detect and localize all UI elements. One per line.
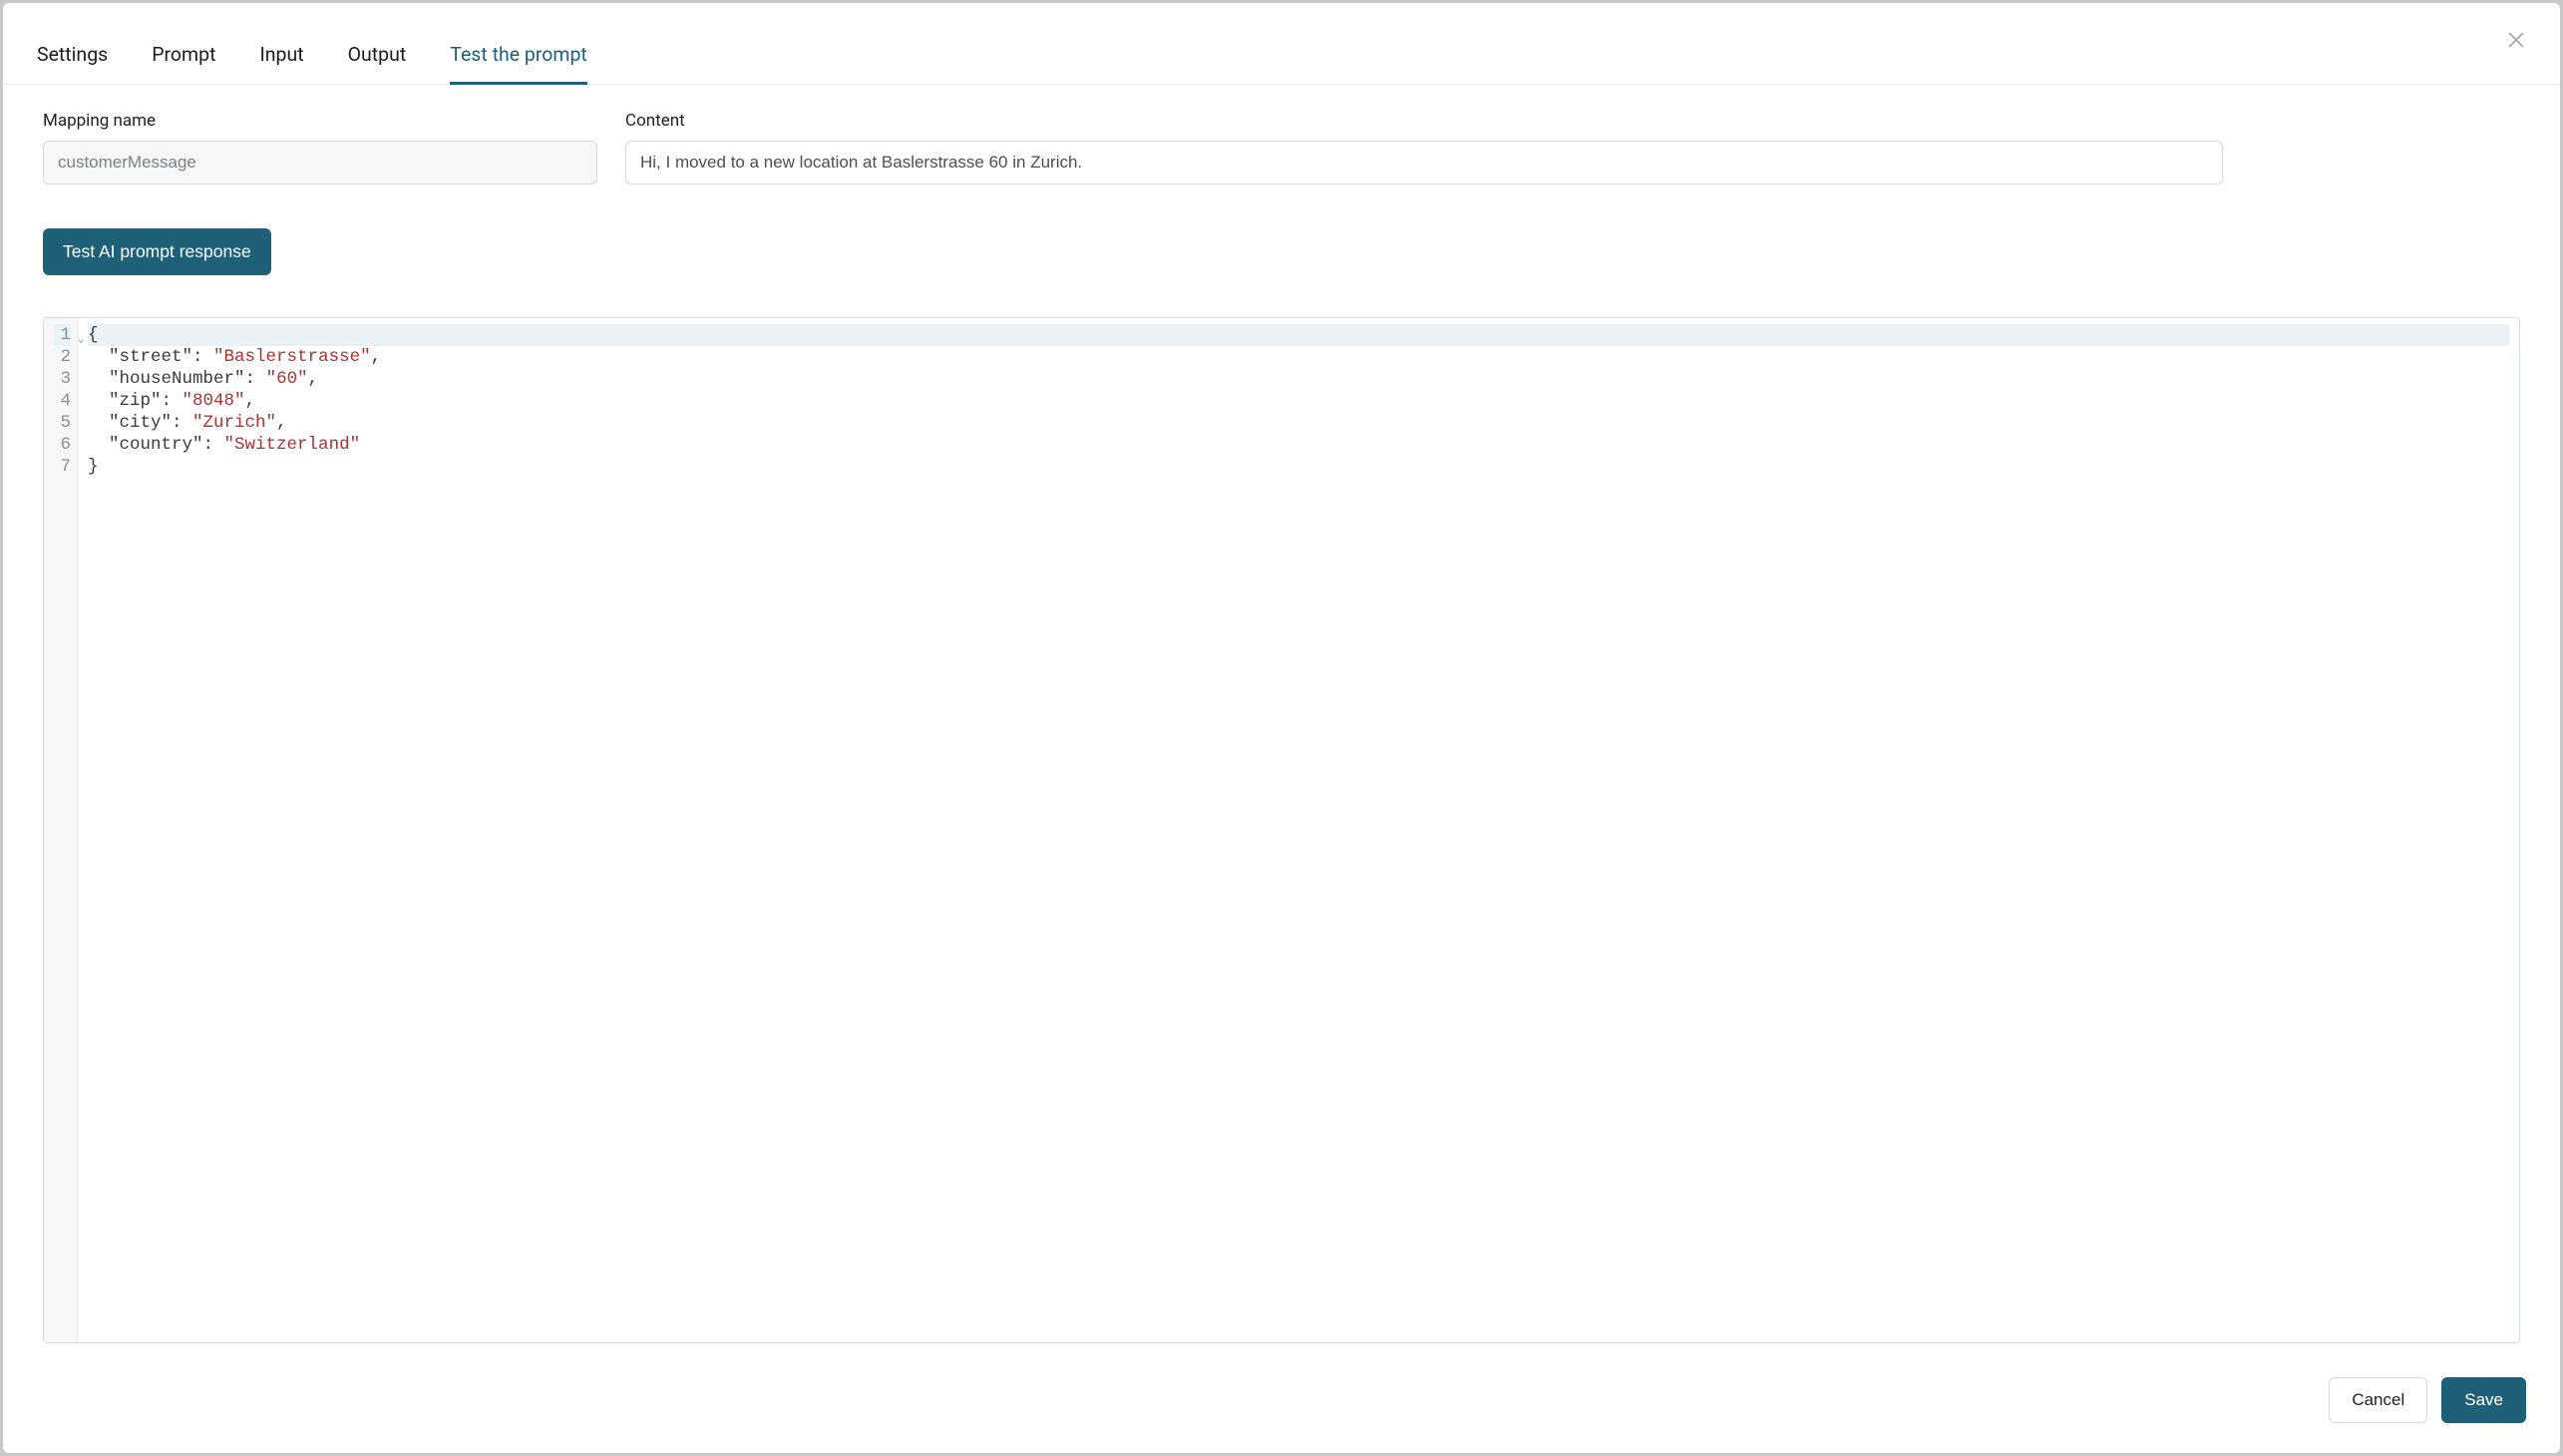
- content-label: Content: [625, 111, 2223, 131]
- code-line: "street": "Baslerstrasse",: [88, 346, 2509, 368]
- gutter-line: 6: [54, 434, 71, 456]
- tab-input[interactable]: Input: [259, 31, 303, 85]
- gutter-line: 4: [54, 390, 71, 412]
- gutter-line: 2: [54, 346, 71, 368]
- test-ai-prompt-button[interactable]: Test AI prompt response: [43, 228, 271, 275]
- gutter-line: 1⌄: [54, 324, 71, 346]
- tab-settings[interactable]: Settings: [37, 31, 108, 85]
- editor-gutter: 1⌄234567: [44, 318, 78, 1342]
- mapping-name-input[interactable]: [43, 141, 597, 184]
- mapping-name-label: Mapping name: [43, 111, 597, 131]
- code-line: }: [88, 456, 2509, 478]
- tab-prompt[interactable]: Prompt: [152, 31, 215, 85]
- code-line: "city": "Zurich",: [88, 412, 2509, 434]
- response-code-editor[interactable]: 1⌄234567 { "street": "Baslerstrasse", "h…: [43, 317, 2520, 1343]
- gutter-line: 5: [54, 412, 71, 434]
- fold-icon[interactable]: ⌄: [78, 330, 84, 352]
- tab-output[interactable]: Output: [348, 31, 407, 85]
- code-line: "zip": "8048",: [88, 390, 2509, 412]
- code-line: "houseNumber": "60",: [88, 368, 2509, 390]
- dialog-footer: Cancel Save: [3, 1363, 2560, 1453]
- cancel-button[interactable]: Cancel: [2329, 1377, 2427, 1423]
- content-input[interactable]: [625, 141, 2223, 184]
- close-icon: [2505, 29, 2527, 51]
- close-button[interactable]: [2502, 26, 2530, 54]
- gutter-line: 3: [54, 368, 71, 390]
- tab-bar: Settings Prompt Input Output Test the pr…: [3, 3, 2560, 85]
- editor-code-area[interactable]: { "street": "Baslerstrasse", "houseNumbe…: [78, 318, 2519, 1342]
- dialog: Settings Prompt Input Output Test the pr…: [3, 3, 2560, 1453]
- tab-test-the-prompt[interactable]: Test the prompt: [450, 31, 587, 85]
- code-line: {: [88, 324, 2509, 346]
- code-line: "country": "Switzerland": [88, 434, 2509, 456]
- gutter-line: 7: [54, 456, 71, 478]
- save-button[interactable]: Save: [2441, 1377, 2526, 1423]
